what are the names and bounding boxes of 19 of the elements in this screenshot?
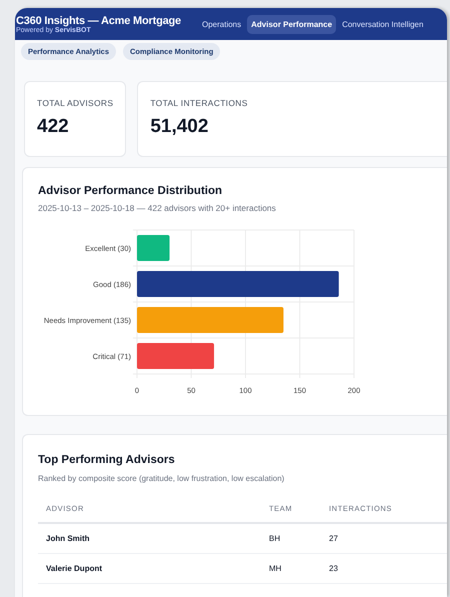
table-cell: 27 (321, 524, 447, 554)
app-title: C360 Insights — Acme Mortgage (16, 14, 182, 26)
stat-label: TOTAL INTERACTIONS (150, 98, 249, 108)
stat-value: 51,402 (150, 116, 210, 138)
stat-label: TOTAL ADVISORS (37, 98, 114, 108)
table-cell: Valerie Dupont (38, 554, 261, 584)
table-cell: MH (261, 554, 321, 584)
chart-title: Advisor Performance Distribution (38, 185, 224, 197)
nav-tab[interactable]: Advisor Performance (247, 14, 336, 34)
chart-subtitle: 2025-10-13 – 2025-10-18 — 422 advisors with 20+ interactions (38, 203, 277, 213)
table-title: Top Performing Advisors (38, 454, 176, 466)
table-cell: John Smith (38, 524, 261, 554)
table-cell: BH (261, 524, 321, 554)
nav-tab[interactable]: Conversation Intelligen (338, 14, 428, 34)
table-subtitle: Ranked by composite score (gratitude, low frustration, low escalation) (38, 474, 286, 483)
nav-tab[interactable]: Operations (198, 14, 246, 34)
bar (137, 235, 170, 261)
table-cell: 23 (321, 554, 447, 584)
stat-value: 422 (37, 116, 70, 138)
